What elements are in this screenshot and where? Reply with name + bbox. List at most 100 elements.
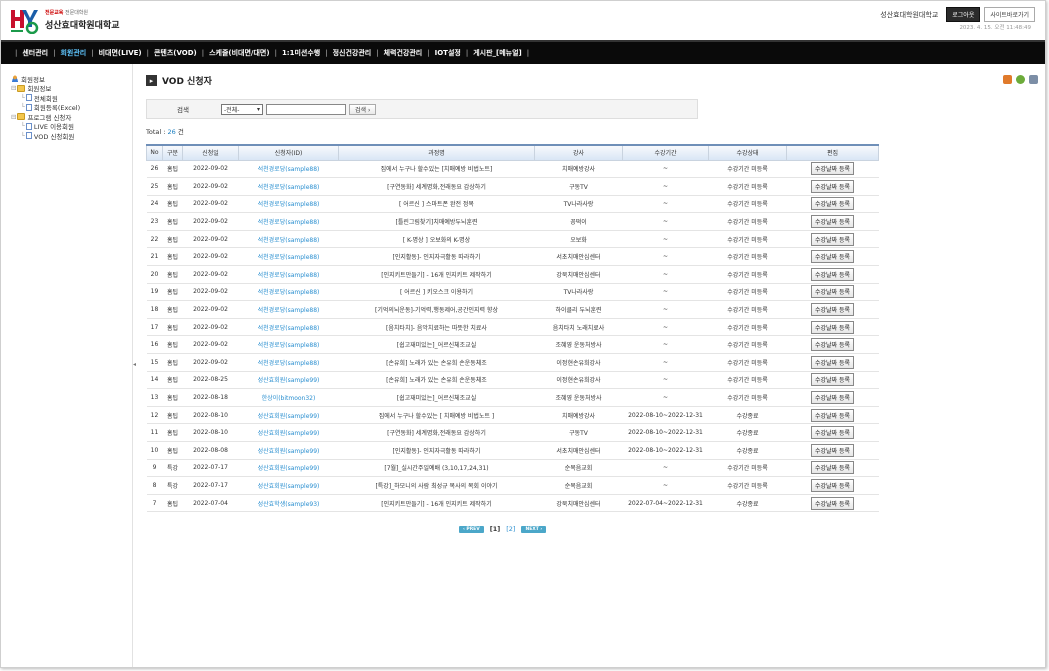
cell-period: ~ [622,247,709,267]
table-row: 8 특강 2022-07-17 성산효회원(sample99) [특강]_하모니의 사람… [146,476,879,495]
register-date-button[interactable]: 수강날짜 등록 [810,426,855,440]
cell-user[interactable]: 석천경로당(sample88) [238,230,339,249]
cell-user[interactable]: 석천경로당(sample88) [238,318,339,337]
register-date-button[interactable]: 수강날짜 등록 [810,267,855,281]
refresh-icon[interactable] [1016,75,1025,84]
tree-root[interactable]: 회원정보 [11,74,132,84]
cell-user[interactable]: 성산효회원(sample99) [238,476,339,495]
expand-minus-icon[interactable]: ⊟ [11,113,16,121]
register-date-button[interactable]: 수강날짜 등록 [810,250,855,264]
cell-user[interactable]: 성산효회원(sample99) [238,441,339,460]
register-date-button[interactable]: 수강날짜 등록 [810,478,855,492]
sidebar-item-vod-members[interactable]: └ VOD 신청회원 [11,131,132,141]
page-2-link[interactable]: [2] [506,525,515,533]
register-date-button[interactable]: 수강날짜 등록 [810,408,855,422]
register-date-button[interactable]: 수강날짜 등록 [810,215,855,229]
main-content: ▸ VOD 신청자 검색 -전체- ▾ 검색 › Total : 26 건 No 구… [144,64,1041,667]
register-date-button[interactable]: 수강날짜 등록 [810,179,855,193]
sidebar-collapse-handle[interactable]: ◂ [133,361,138,373]
print-icon[interactable] [1029,75,1038,84]
logout-button[interactable]: 로그아웃 [946,7,981,22]
register-date-button[interactable]: 수강날짜 등록 [810,461,855,475]
site-shortcut-button[interactable]: 사이트바로가기 [984,7,1035,22]
register-date-button[interactable]: 수강날짜 등록 [810,162,855,176]
cell-teacher: 강북치매안심센터 [534,265,623,284]
expand-minus-icon[interactable]: ⊟ [11,84,16,92]
tree-group-program[interactable]: ⊟ 프로그램 신청자 [11,112,132,122]
cell-status: 수강종료 [708,406,787,425]
cell-user[interactable]: 석천경로당(sample88) [238,283,339,302]
cell-user[interactable]: 성산효회원(sample99) [238,423,339,442]
cell-user[interactable]: 석천경로당(sample88) [238,300,339,319]
register-date-button[interactable]: 수강날짜 등록 [810,391,855,405]
nav-item-members[interactable]: 회원관리 [60,48,86,58]
cell-no: 9 [146,459,163,478]
sidebar-item-all-members[interactable]: └ 전체회원 [11,93,132,103]
page-icon [25,132,32,140]
register-date-button[interactable]: 수강날짜 등록 [810,197,855,211]
cell-course: [구연동화] 세계명화,전래동요 감상하기 [338,177,535,196]
register-date-button[interactable]: 수강날짜 등록 [810,232,855,246]
cell-user[interactable]: 석천경로당(sample88) [238,212,339,231]
cell-user[interactable]: 성산효회원(sample99) [238,371,339,390]
nav-item-vod[interactable]: 콘텐츠(VOD) [154,48,197,58]
cell-course: [인지키트만들기] - 16개 인지키트 제작하기 [338,265,535,284]
register-date-button[interactable]: 수강날짜 등록 [810,496,855,510]
cell-user[interactable]: 석천경로당(sample88) [238,247,339,267]
register-date-button[interactable]: 수강날짜 등록 [810,320,855,334]
search-button[interactable]: 검색 › [349,103,377,115]
nav-item-mental-health[interactable]: 정신건강관리 [333,48,372,58]
nav-item-center[interactable]: 센터관리 [22,48,48,58]
register-date-button[interactable]: 수강날짜 등록 [810,338,855,352]
cell-teacher: 이정현손유희강사 [534,353,623,372]
cell-user[interactable]: 성산효회원(sample99) [238,406,339,425]
search-field-select[interactable]: -전체- ▾ [221,103,263,115]
column-header: 수강기간 [622,144,709,161]
nav-item-iot[interactable]: IOT설정 [435,48,461,58]
cell-user[interactable]: 성산효학생(sample93) [238,494,339,513]
tree-group-members[interactable]: ⊟ 회원정보 [11,84,132,93]
table-row: 21 홈팁 2022-09-02 석천경로당(sample88) [인지활동]- 인지자… [146,247,879,267]
nav-item-schedule[interactable]: 스케줄(비대면/대면) [209,48,269,58]
next-page-button[interactable]: NEXT › [521,525,547,533]
nav-item-board[interactable]: 게시판_[메뉴얼] [473,48,522,58]
sidebar-item-member-excel[interactable]: └ 회원등록(Excel) [11,103,132,112]
cell-user[interactable]: 석천경로당(sample88) [238,353,339,372]
cell-user[interactable]: 성산효회원(sample99) [238,459,339,478]
register-date-button[interactable]: 수강날짜 등록 [810,443,855,457]
cell-user[interactable]: 석천경로당(sample88) [238,160,339,179]
cell-user[interactable]: 석천경로당(sample88) [238,265,339,284]
home-icon[interactable] [1003,75,1012,84]
cell-user[interactable]: 석천경로당(sample88) [238,177,339,196]
register-date-button[interactable]: 수강날짜 등록 [810,355,855,369]
cell-type: 홈팁 [162,177,183,196]
table-row: 19 홈팁 2022-09-02 석천경로당(sample88)[ 어르신 ] 키오스… [146,283,879,302]
cell-type: 홈팁 [162,494,183,513]
table-row: 9 특강 2022-07-17 성산효회원(sample99) [7월]_실시간주일예배… [146,459,879,478]
cell-course: [ 어르신 ] 스마트폰 완전 정복 [338,195,535,214]
register-date-button[interactable]: 수강날짜 등록 [810,303,855,317]
cell-period: ~ [622,476,709,495]
cell-date: 2022-08-10 [182,406,239,425]
cell-edit: 수강날짜 등록 [786,459,879,478]
cell-type: 홈팁 [162,441,183,460]
search-input[interactable] [266,103,346,115]
cell-user[interactable]: 석천경로당(sample88) [238,335,339,355]
cell-user[interactable]: 한상이(bitmoon32) [238,388,339,407]
cell-type: 홈팁 [162,371,183,390]
register-date-button[interactable]: 수강날짜 등록 [810,373,855,387]
cell-status: 수강기간 미등록 [708,283,787,302]
cell-type: 홈팁 [162,318,183,337]
nav-item-live[interactable]: 비대면(LIVE) [99,48,142,58]
cell-teacher: 음치타치 노래치료사 [534,318,623,337]
cell-user[interactable]: 석천경로당(sample88) [238,195,339,214]
cell-date: 2022-09-02 [182,265,239,284]
register-date-button[interactable]: 수강날짜 등록 [810,285,855,299]
prev-page-button[interactable]: ‹ PREV [459,525,484,533]
cell-edit: 수강날짜 등록 [786,212,879,231]
org-name: 성산효대학원대학교 [880,10,939,19]
logo-icon[interactable] [10,7,40,34]
nav-item-physical-health[interactable]: 체력건강관리 [384,48,423,58]
nav-item-mission[interactable]: 1:1미션수행 [282,48,320,58]
sidebar-item-live-members[interactable]: └ LIVE 이용회원 [11,122,132,131]
